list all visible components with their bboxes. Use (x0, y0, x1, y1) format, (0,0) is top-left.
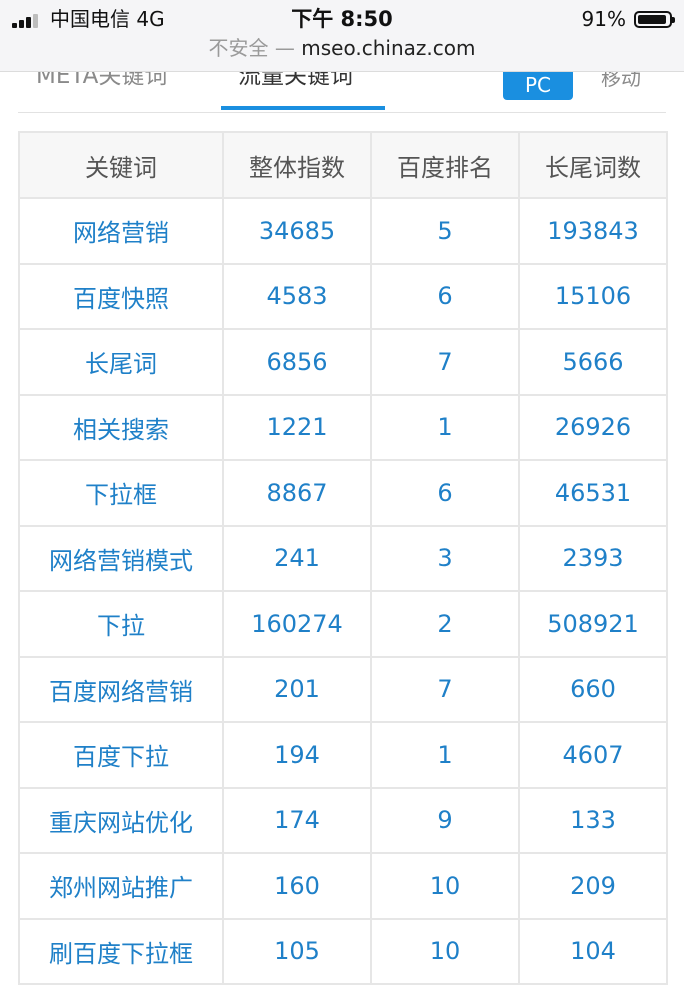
index-cell[interactable]: 8867 (222, 459, 372, 527)
longtail-cell[interactable]: 660 (518, 655, 668, 723)
rank-cell[interactable]: 5 (370, 197, 520, 265)
index-cell[interactable]: 105 (222, 917, 372, 985)
keyword-cell[interactable]: 下拉 (18, 590, 224, 658)
index-cell[interactable]: 160274 (222, 590, 372, 658)
keyword-cell[interactable]: 网络营销模式 (18, 524, 224, 592)
keyword-cell[interactable]: 郑州网站推广 (18, 852, 224, 920)
longtail-cell[interactable]: 193843 (518, 197, 668, 265)
index-cell[interactable]: 194 (222, 721, 372, 789)
rank-cell[interactable]: 2 (370, 590, 520, 658)
longtail-cell[interactable]: 104 (518, 917, 668, 985)
index-cell[interactable]: 160 (222, 852, 372, 920)
rank-cell[interactable]: 1 (370, 721, 520, 789)
browser-top-bar: 中国电信 4G 下午 8:50 91% 不安全 — mseo.chinaz.co… (0, 0, 684, 72)
longtail-cell[interactable]: 15106 (518, 262, 668, 330)
table-row: 相关搜索 1221 1 26926 (18, 393, 668, 461)
longtail-cell[interactable]: 209 (518, 852, 668, 920)
keyword-cell[interactable]: 刷百度下拉框 (18, 917, 224, 985)
address-bar[interactable]: 不安全 — mseo.chinaz.com (0, 34, 684, 62)
insecure-label: 不安全 — (208, 36, 295, 60)
keyword-tabs: META关键词 流量关键词 PC 移动 (18, 72, 666, 113)
rank-cell[interactable]: 3 (370, 524, 520, 592)
index-cell[interactable]: 6856 (222, 328, 372, 396)
table-row: 网络营销模式 241 3 2393 (18, 524, 668, 592)
table-row: 重庆网站优化 174 9 133 (18, 786, 668, 854)
keyword-cell[interactable]: 网络营销 (18, 197, 224, 265)
table-row: 百度网络营销 201 7 660 (18, 655, 668, 723)
battery-percent: 91% (581, 7, 626, 31)
pc-button[interactable]: PC (503, 72, 573, 100)
keyword-cell[interactable]: 百度网络营销 (18, 655, 224, 723)
header-longtail-count: 长尾词数 (518, 131, 668, 199)
keyword-cell[interactable]: 相关搜索 (18, 393, 224, 461)
status-bar: 中国电信 4G 下午 8:50 91% (0, 6, 684, 34)
rank-cell[interactable]: 6 (370, 459, 520, 527)
longtail-cell[interactable]: 26926 (518, 393, 668, 461)
rank-cell[interactable]: 10 (370, 917, 520, 985)
url-text: mseo.chinaz.com (301, 36, 476, 60)
header-baidu-rank: 百度排名 (370, 131, 520, 199)
header-overall-index: 整体指数 (222, 131, 372, 199)
index-cell[interactable]: 201 (222, 655, 372, 723)
battery-icon (634, 11, 675, 28)
table-row: 刷百度下拉框 105 10 104 (18, 917, 668, 985)
keyword-cell[interactable]: 百度快照 (18, 262, 224, 330)
table-row: 百度下拉 194 1 4607 (18, 721, 668, 789)
keyword-cell[interactable]: 重庆网站优化 (18, 786, 224, 854)
index-cell[interactable]: 4583 (222, 262, 372, 330)
rank-cell[interactable]: 1 (370, 393, 520, 461)
tab-meta-keywords[interactable]: META关键词 (36, 72, 167, 94)
longtail-cell[interactable]: 46531 (518, 459, 668, 527)
index-cell[interactable]: 34685 (222, 197, 372, 265)
index-cell[interactable]: 241 (222, 524, 372, 592)
longtail-cell[interactable]: 133 (518, 786, 668, 854)
header-keyword: 关键词 (18, 131, 224, 199)
table-row: 下拉 160274 2 508921 (18, 590, 668, 658)
rank-cell[interactable]: 6 (370, 262, 520, 330)
longtail-cell[interactable]: 5666 (518, 328, 668, 396)
longtail-cell[interactable]: 4607 (518, 721, 668, 789)
active-tab-indicator (221, 106, 385, 110)
rank-cell[interactable]: 7 (370, 328, 520, 396)
longtail-cell[interactable]: 508921 (518, 590, 668, 658)
table-row: 长尾词 6856 7 5666 (18, 328, 668, 396)
keyword-cell[interactable]: 百度下拉 (18, 721, 224, 789)
keyword-table-container: 关键词 整体指数 百度排名 长尾词数 网络营销 34685 5 193843 百… (18, 131, 668, 985)
index-cell[interactable]: 174 (222, 786, 372, 854)
table-row: 下拉框 8867 6 46531 (18, 459, 668, 527)
tab-traffic-keywords[interactable]: 流量关键词 (238, 72, 353, 94)
keyword-table: 关键词 整体指数 百度排名 长尾词数 网络营销 34685 5 193843 百… (18, 131, 668, 985)
rank-cell[interactable]: 7 (370, 655, 520, 723)
index-cell[interactable]: 1221 (222, 393, 372, 461)
mobile-button[interactable]: 移动 (601, 72, 641, 96)
keyword-cell[interactable]: 下拉框 (18, 459, 224, 527)
longtail-cell[interactable]: 2393 (518, 524, 668, 592)
table-header-row: 关键词 整体指数 百度排名 长尾词数 (18, 131, 668, 199)
table-row: 郑州网站推广 160 10 209 (18, 852, 668, 920)
rank-cell[interactable]: 10 (370, 852, 520, 920)
keyword-cell[interactable]: 长尾词 (18, 328, 224, 396)
table-row: 百度快照 4583 6 15106 (18, 262, 668, 330)
table-row: 网络营销 34685 5 193843 (18, 197, 668, 265)
rank-cell[interactable]: 9 (370, 786, 520, 854)
